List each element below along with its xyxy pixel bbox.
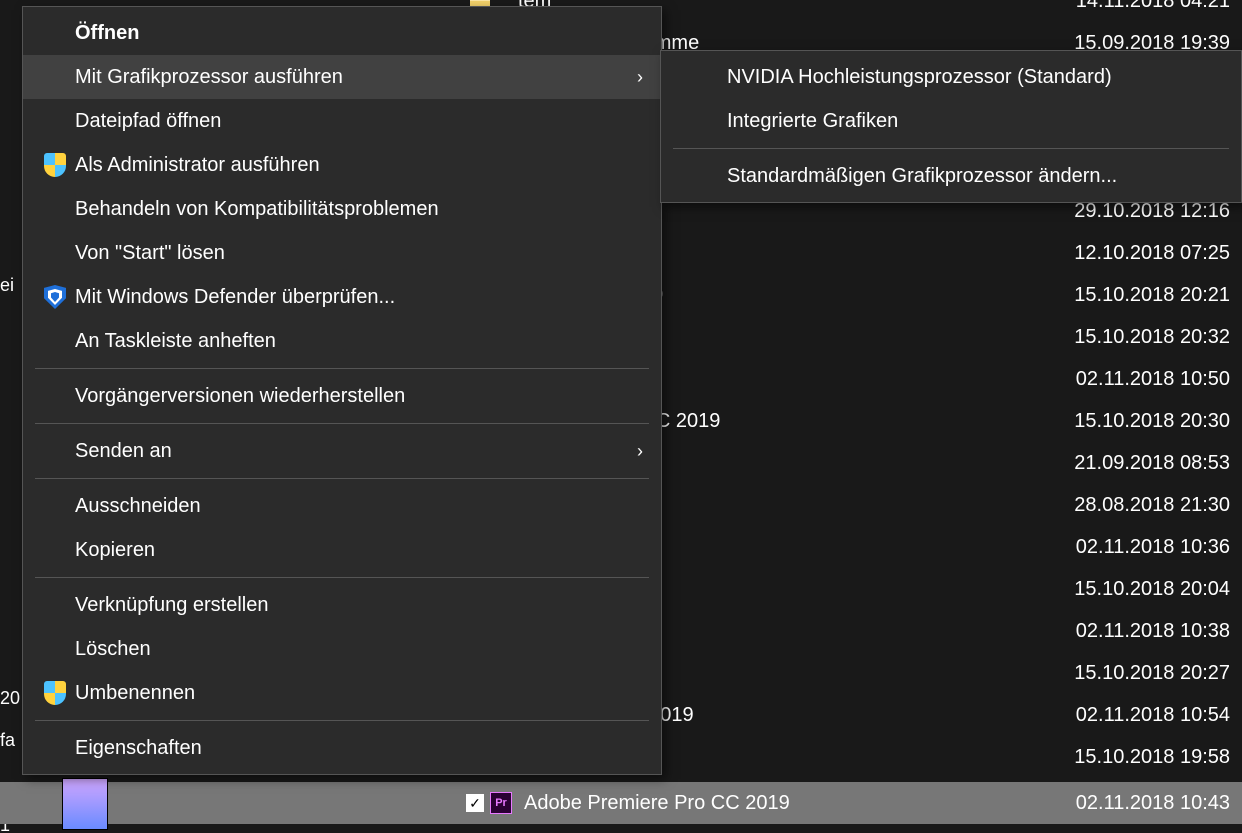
- file-date: 15.10.2018 20:32: [1030, 326, 1230, 349]
- menu-separator: [673, 148, 1229, 149]
- file-date: 15.10.2018 20:27: [1030, 662, 1230, 685]
- menu-item-label: Verknüpfung erstellen: [75, 594, 643, 617]
- submenu-item[interactable]: Standardmäßigen Grafikprozessor ändern..…: [661, 154, 1241, 198]
- menu-separator: [35, 577, 649, 578]
- premiere-icon: Pr: [490, 792, 512, 814]
- menu-item[interactable]: Kopieren: [23, 528, 661, 572]
- context-submenu-gpu: NVIDIA Hochleistungsprozessor (Standard)…: [660, 50, 1242, 203]
- menu-item[interactable]: Von "Start" lösen: [23, 231, 661, 275]
- menu-item-label: Behandeln von Kompatibilitätsproblemen: [75, 198, 643, 221]
- menu-item-label: Von "Start" lösen: [75, 242, 643, 265]
- menu-item-label: Öffnen: [75, 22, 643, 45]
- checkbox-icon[interactable]: ✓: [466, 794, 484, 812]
- submenu-item-label: Integrierte Grafiken: [727, 110, 1223, 133]
- menu-item[interactable]: Umbenennen: [23, 671, 661, 715]
- file-date: 14.11.2018 04:21: [1030, 0, 1230, 13]
- file-date: 21.09.2018 08:53: [1030, 452, 1230, 475]
- menu-item-label: Eigenschaften: [75, 737, 643, 760]
- file-date: 15.10.2018 20:30: [1030, 410, 1230, 433]
- submenu-item-label: Standardmäßigen Grafikprozessor ändern..…: [727, 165, 1223, 188]
- menu-item-label: Mit Windows Defender überprüfen...: [75, 286, 643, 309]
- file-date: 12.10.2018 07:25: [1030, 242, 1230, 265]
- submenu-item[interactable]: NVIDIA Hochleistungsprozessor (Standard): [661, 55, 1241, 99]
- menu-item-label: Senden an: [75, 440, 623, 463]
- uac-shield-icon: [44, 153, 66, 177]
- file-date: 02.11.2018 10:43: [1030, 792, 1230, 815]
- menu-item-label: Dateipfad öffnen: [75, 110, 643, 133]
- file-date: 15.10.2018 20:04: [1030, 578, 1230, 601]
- menu-item-label: Löschen: [75, 638, 643, 661]
- menu-item[interactable]: Dateipfad öffnen: [23, 99, 661, 143]
- menu-item-label: Umbenennen: [75, 682, 643, 705]
- menu-separator: [35, 720, 649, 721]
- menu-item-label: Ausschneiden: [75, 495, 643, 518]
- file-row-selected[interactable]: ✓ Pr Adobe Premiere Pro CC 2019 02.11.20…: [0, 782, 1242, 824]
- menu-item[interactable]: Löschen: [23, 627, 661, 671]
- submenu-item-label: NVIDIA Hochleistungsprozessor (Standard): [727, 66, 1223, 89]
- file-date: 02.11.2018 10:50: [1030, 368, 1230, 391]
- menu-item-label: An Taskleiste anheften: [75, 330, 643, 353]
- file-date: 02.11.2018 10:54: [1030, 704, 1230, 727]
- context-menu: ÖffnenMit Grafikprozessor ausführen›Date…: [22, 6, 662, 775]
- submenu-item[interactable]: Integrierte Grafiken: [661, 99, 1241, 143]
- menu-item[interactable]: Eigenschaften: [23, 726, 661, 770]
- menu-item[interactable]: Senden an›: [23, 429, 661, 473]
- defender-shield-icon: [44, 285, 66, 309]
- menu-item[interactable]: Mit Windows Defender überprüfen...: [23, 275, 661, 319]
- submenu-arrow-icon: ›: [623, 67, 643, 88]
- menu-separator: [35, 478, 649, 479]
- menu-item-label: Vorgängerversionen wiederherstellen: [75, 385, 643, 408]
- menu-separator: [35, 423, 649, 424]
- menu-item-label: Mit Grafikprozessor ausführen: [75, 66, 623, 89]
- uac-shield-icon: [44, 681, 66, 705]
- menu-item[interactable]: Ausschneiden: [23, 484, 661, 528]
- file-date: 15.10.2018 20:21: [1030, 284, 1230, 307]
- menu-item[interactable]: Verknüpfung erstellen: [23, 583, 661, 627]
- file-date: 02.11.2018 10:36: [1030, 536, 1230, 559]
- menu-separator: [35, 368, 649, 369]
- thumbnail: [62, 778, 108, 830]
- submenu-arrow-icon: ›: [623, 441, 643, 462]
- menu-item[interactable]: Als Administrator ausführen: [23, 143, 661, 187]
- menu-item-label: Kopieren: [75, 539, 643, 562]
- file-date: 28.08.2018 21:30: [1030, 494, 1230, 517]
- file-name: Adobe Premiere Pro CC 2019: [524, 792, 1030, 815]
- menu-item[interactable]: Mit Grafikprozessor ausführen›: [23, 55, 661, 99]
- menu-item[interactable]: Behandeln von Kompatibilitätsproblemen: [23, 187, 661, 231]
- menu-item[interactable]: An Taskleiste anheften: [23, 319, 661, 363]
- file-date: 15.10.2018 19:58: [1030, 746, 1230, 769]
- menu-item[interactable]: Vorgängerversionen wiederherstellen: [23, 374, 661, 418]
- menu-item-label: Als Administrator ausführen: [75, 154, 643, 177]
- menu-item[interactable]: Öffnen: [23, 11, 661, 55]
- file-date: 02.11.2018 10:38: [1030, 620, 1230, 643]
